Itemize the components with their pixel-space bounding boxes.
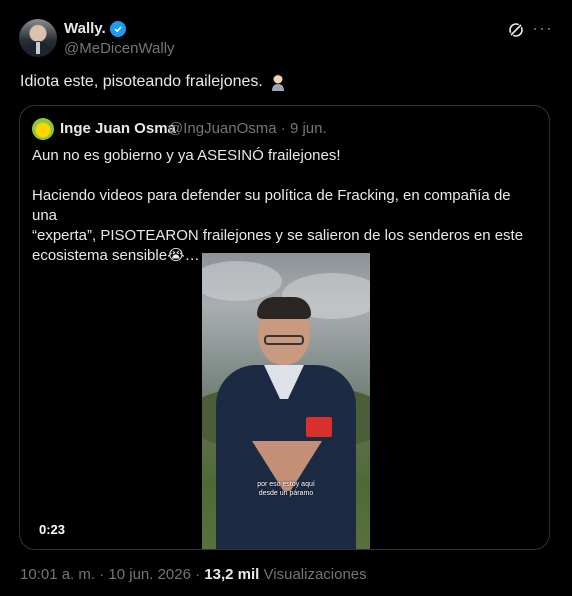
tweet-date[interactable]: 10 jun. 2026	[108, 566, 191, 583]
man-glasses	[264, 335, 304, 345]
footer-separator: ·	[195, 566, 201, 583]
author-name-row[interactable]: Wally.	[64, 20, 126, 37]
quoted-tweet[interactable]: Inge Juan Osma @IngJuanOsma · 9 jun. Aun…	[19, 105, 550, 550]
author-handle[interactable]: @MeDicenWally	[64, 40, 175, 57]
quoted-text: Aun no es gobierno y ya ASESINÓ frailejo…	[32, 146, 537, 266]
more-options-icon[interactable]: ···	[532, 19, 552, 39]
quoted-author-handle[interactable]: @IngJuanOsma	[168, 120, 277, 137]
avatar-tie	[36, 42, 40, 54]
views-count: 13,2 mil	[204, 566, 260, 583]
man-hair	[257, 297, 311, 319]
tweet-text: Idiota este, pisoteando frailejones.	[20, 73, 263, 90]
author-name[interactable]: Wally.	[64, 20, 106, 37]
grok-icon[interactable]	[507, 21, 525, 39]
quoted-text-gap	[32, 166, 537, 186]
quoted-text-line: Haciendo videos para defender su polític…	[32, 187, 511, 224]
tweet-footer: 10:01 a. m. · 10 jun. 2026 · 13,2 mil Vi…	[20, 566, 367, 583]
quoted-meta: @IngJuanOsma · 9 jun.	[168, 120, 327, 137]
cloud	[202, 261, 282, 301]
quoted-date[interactable]: 9 jun.	[290, 120, 327, 137]
video-thumbnail[interactable]: por eso estoy aquí desde un páramo	[202, 253, 370, 549]
video-caption-line: por eso estoy aquí	[257, 481, 315, 488]
jacket-patch	[306, 417, 332, 437]
author-avatar[interactable]	[19, 19, 57, 57]
video-duration: 0:23	[39, 522, 66, 537]
facepalm-emoji-icon	[269, 73, 287, 91]
quoted-separator: ·	[280, 120, 286, 137]
tweet-time[interactable]: 10:01 a. m.	[20, 566, 95, 583]
tweet: Wally. @MeDicenWally ··· Idiota este, pi…	[0, 0, 572, 596]
tweet-text-row: Idiota este, pisoteando frailejones.	[20, 73, 287, 91]
verified-badge-icon	[109, 20, 126, 37]
quoted-text-line: Aun no es gobierno y ya ASESINÓ frailejo…	[32, 147, 341, 164]
quoted-text-line: “experta”, PISOTEARON frailejones y se s…	[32, 227, 524, 244]
video-caption-line: desde un páramo	[258, 490, 314, 497]
views-label: Visualizaciones	[263, 566, 367, 583]
footer-separator: ·	[99, 566, 105, 583]
quoted-author-name[interactable]: Inge Juan Osma	[60, 120, 176, 137]
quoted-author-avatar[interactable]	[32, 118, 54, 140]
